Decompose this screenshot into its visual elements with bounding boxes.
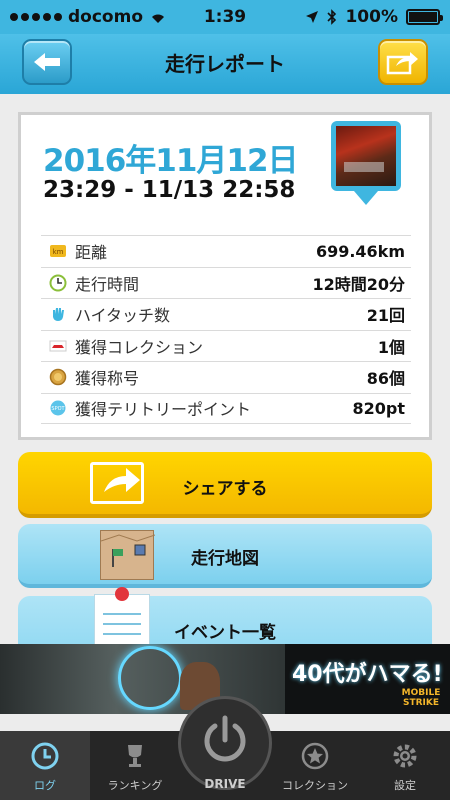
stat-row-drive-time: 走行時間 12時間20分 (41, 266, 411, 299)
ad-brand-logo: MOBILE STRIKE (401, 688, 441, 708)
status-bar: docomo 1:39 100% (0, 0, 450, 34)
stat-label: 走行時間 (75, 274, 140, 294)
status-right: 100% (305, 7, 443, 27)
battery-percent: 100% (345, 7, 398, 27)
log-clock-icon (28, 739, 62, 773)
stat-value: 820pt (352, 398, 406, 418)
stats-list: km 距離 699.46km 走行時間 12時間20分 ハイタッチ数 21回 獲… (41, 235, 411, 424)
location-arrow-icon (306, 11, 319, 23)
stat-label: 獲得テリトリーポイント (75, 400, 252, 420)
hand-icon (49, 305, 67, 323)
ad-headline: 40代がハマる! (292, 662, 443, 687)
stat-label: 距離 (75, 243, 108, 263)
drive-map-button[interactable]: 走行地図 (18, 524, 432, 588)
stat-row-distance: km 距離 699.46km (41, 235, 411, 267)
pin-tip (354, 191, 378, 205)
share-icon (386, 52, 418, 75)
stat-row-collection: 獲得コレクション 1個 (41, 329, 411, 362)
medal-icon (49, 368, 67, 386)
stat-row-titles: 獲得称号 86個 (41, 361, 411, 393)
stat-label: 獲得コレクション (75, 337, 204, 357)
photo-thumbnail (336, 126, 396, 186)
km-icon: km (49, 242, 67, 260)
power-icon (204, 715, 246, 762)
trophy-icon (118, 739, 152, 773)
svg-text:SPOT: SPOT (51, 406, 65, 412)
stat-row-territory: SPOT 獲得テリトリーポイント 820pt (41, 392, 411, 424)
report-time-range: 23:29 - 11/13 22:58 (43, 177, 296, 203)
stat-value: 12時間20分 (312, 274, 405, 294)
battery-icon (406, 9, 443, 25)
ad-ring (118, 646, 182, 710)
stat-value: 86個 (366, 369, 405, 389)
bluetooth-icon (327, 9, 337, 25)
event-list-button-label: イベント一覧 (174, 623, 276, 643)
stat-value: 21回 (366, 306, 405, 326)
photo-frame (331, 121, 401, 191)
stat-label: ハイタッチ数 (75, 306, 171, 326)
spot-icon: SPOT (49, 399, 67, 417)
drive-button[interactable] (178, 696, 272, 790)
stat-label: 獲得称号 (75, 369, 140, 389)
stat-row-high-touch: ハイタッチ数 21回 (41, 298, 411, 330)
car-icon (49, 337, 67, 355)
pin-icon (115, 587, 129, 601)
star-badge-icon (298, 739, 332, 773)
report-date: 2016年11月12日 (43, 143, 299, 179)
clock-icon (49, 274, 67, 292)
gear-icon (388, 739, 422, 773)
nav-header: 走行レポート (0, 34, 450, 94)
drive-map-button-label: 走行地図 (191, 549, 259, 569)
report-card: 2016年11月12日 23:29 - 11/13 22:58 km 距離 69… (18, 112, 432, 440)
photo-pin[interactable] (331, 121, 401, 211)
stat-value: 699.46km (315, 241, 405, 261)
stat-value: 1個 (377, 337, 405, 357)
header-share-button[interactable] (378, 39, 428, 85)
drive-label: DRIVE (204, 777, 246, 791)
share-button[interactable]: シェアする (18, 452, 432, 518)
svg-text:km: km (53, 248, 64, 256)
share-button-label: シェアする (182, 479, 268, 499)
